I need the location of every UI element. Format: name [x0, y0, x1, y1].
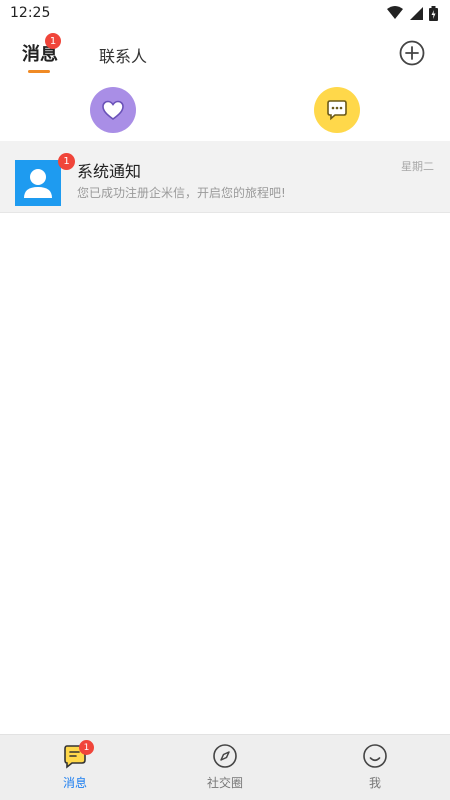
nav-messages-label: 消息 [62, 776, 87, 790]
nav-me[interactable]: 我 [335, 743, 415, 791]
quick-actions [0, 86, 450, 136]
smile-icon [362, 743, 388, 769]
status-icons [387, 5, 438, 21]
wifi-icon [387, 6, 403, 19]
heart-icon [102, 100, 124, 120]
nav-messages[interactable]: 1 消息 [35, 740, 115, 791]
conversation-time: 星期二 [401, 160, 434, 173]
chat-button[interactable] [314, 87, 360, 133]
nav-me-label: 我 [368, 776, 381, 790]
conversation-title: 系统通知 [77, 162, 142, 181]
battery-icon [429, 5, 438, 21]
status-bar: 12:25 [0, 0, 450, 26]
user-icon [24, 169, 52, 198]
message-tab-icon: 1 [62, 740, 94, 769]
nav-messages-badge: 1 [79, 740, 94, 755]
conversation-list: 1 系统通知 您已成功注册企米信，开启您的旅程吧! 星期二 [0, 141, 450, 213]
list-item-system-notice[interactable]: 1 系统通知 您已成功注册企米信，开启您的旅程吧! 星期二 [0, 141, 450, 213]
like-button[interactable] [90, 87, 136, 133]
nav-social-label: 社交圈 [206, 776, 243, 790]
bottom-nav: 1 消息 社交圈 我 [0, 734, 450, 800]
signal-icon [410, 7, 423, 20]
tab-active-indicator [28, 70, 50, 73]
tab-messages-badge: 1 [45, 33, 61, 49]
chat-bubble-icon [327, 100, 347, 121]
tab-contacts[interactable]: 联系人 [99, 43, 147, 67]
compass-icon [212, 743, 238, 769]
conversation-preview: 您已成功注册企米信，开启您的旅程吧! [77, 186, 286, 200]
avatar [15, 160, 61, 206]
add-circle-icon[interactable] [399, 40, 425, 66]
top-bar: 消息 1 联系人 [0, 26, 450, 82]
unread-badge: 1 [58, 153, 75, 170]
nav-social[interactable]: 社交圈 [185, 743, 265, 791]
status-time: 12:25 [10, 5, 51, 21]
